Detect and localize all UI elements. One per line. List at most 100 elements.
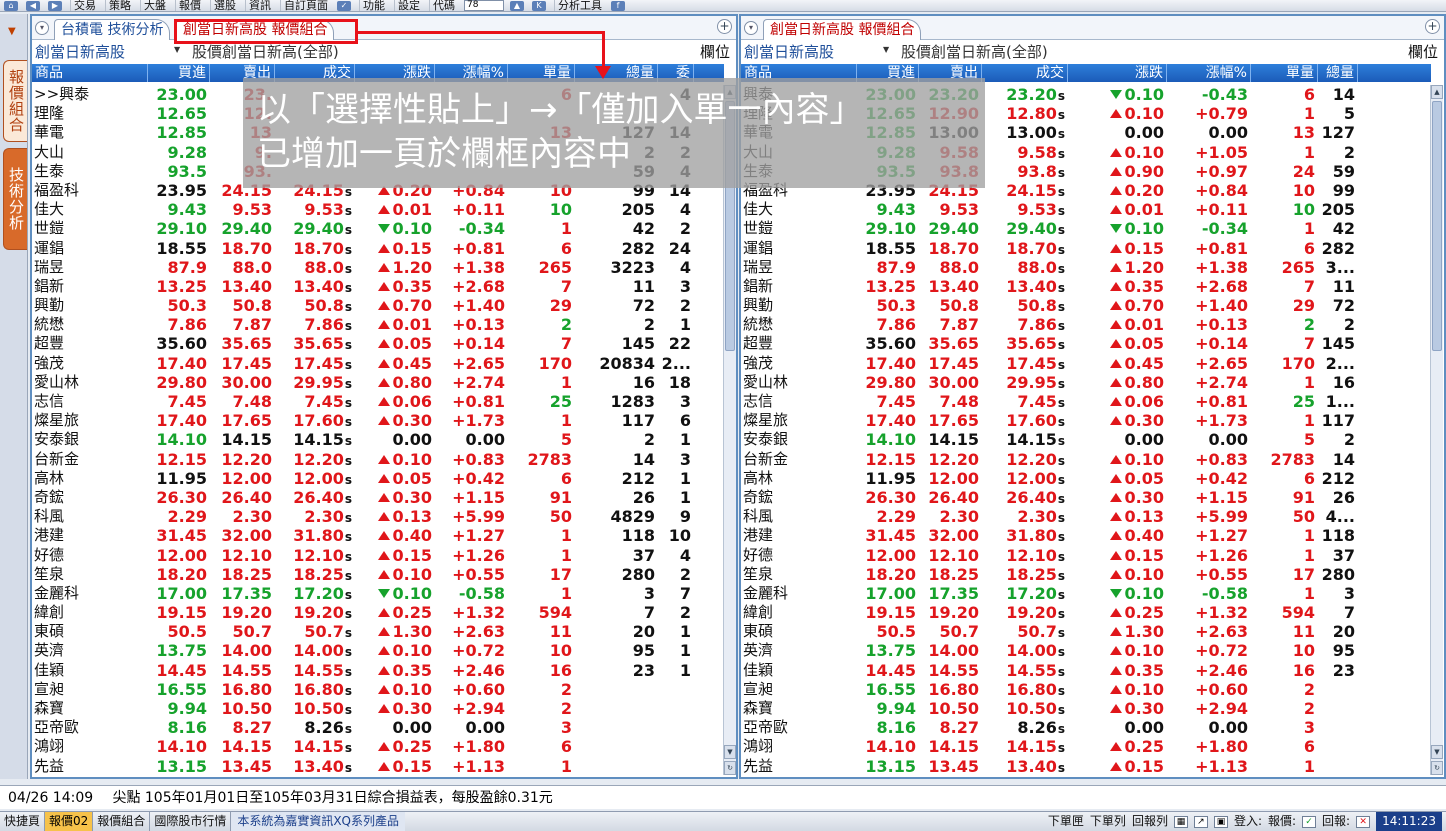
columns-button[interactable]: 欄位 xyxy=(700,41,730,62)
collapse-arrow-icon[interactable]: ▼ xyxy=(8,26,16,37)
status-tab-quote-combo[interactable]: 報價組合 xyxy=(93,812,151,831)
extra-col: 4 xyxy=(679,200,691,220)
last-price-value: 18.25 xyxy=(293,564,344,584)
stock-name: 興勤 xyxy=(743,296,774,315)
menu-function[interactable]: 功能 xyxy=(359,0,388,11)
bid-price: 16.55 xyxy=(156,679,207,699)
panel-menu-icon[interactable]: ▾ xyxy=(744,21,758,35)
dropdown-arrow-icon[interactable]: ▼ xyxy=(883,45,889,54)
table-row: 科風 2.29 2.30 2.30s 0.13 +5.99 50 4... xyxy=(741,507,1431,526)
zoom-in-icon[interactable]: + xyxy=(1425,19,1440,34)
lot-size: 265 xyxy=(1281,257,1315,277)
tab-tsmc-technical[interactable]: 台積電 技術分析 xyxy=(54,19,171,40)
status-tab-quote02[interactable]: 報價02 xyxy=(45,812,94,831)
chart-icon[interactable]: ▲ xyxy=(510,1,524,11)
grid-icon[interactable]: ▦ xyxy=(1173,815,1188,828)
change-cell: 0.35 xyxy=(1068,277,1167,296)
menu-custom-page[interactable]: 自訂頁面 xyxy=(280,0,331,11)
category-selector[interactable]: 創當日新高股 xyxy=(744,41,834,62)
dropdown-arrow-icon[interactable]: ▼ xyxy=(174,45,180,54)
refresh-icon[interactable]: ↻ xyxy=(1431,761,1443,775)
change-pct: +2.94 xyxy=(1195,699,1248,718)
menu-strategy[interactable]: 策略 xyxy=(105,0,134,11)
change-pct: +1.40 xyxy=(1195,296,1248,316)
lot-size: 2 xyxy=(560,679,572,699)
news-text[interactable]: 尖點 105年01月01日至105年03月31日綜合損益表，每股盈餘0.31元 xyxy=(112,790,552,806)
columns-button[interactable]: 欄位 xyxy=(1408,41,1438,62)
column-header: 商品 xyxy=(32,64,148,82)
refresh-icon[interactable]: ↻ xyxy=(724,761,736,775)
lock-icon[interactable]: ▣ xyxy=(1213,815,1228,828)
bid-price: 18.55 xyxy=(156,238,207,258)
tick-mark-s: s xyxy=(344,396,352,410)
highlight-arrow-head xyxy=(595,66,611,79)
table-row: 港建 31.45 32.00 31.80s 0.40 +1.27 1 118 10 xyxy=(32,526,724,545)
check-icon[interactable]: ✓ xyxy=(337,1,351,11)
menu-info[interactable]: 資訊 xyxy=(245,0,274,11)
analysis-tool-button[interactable]: 分析工具 xyxy=(554,0,605,11)
menu-settings[interactable]: 設定 xyxy=(394,0,423,11)
order-bar-button[interactable]: 下單列 xyxy=(1090,812,1126,831)
lot-size: 10 xyxy=(1292,641,1315,661)
ask-price: 30.00 xyxy=(928,372,979,392)
news-ticker[interactable]: 04/26 14:09 尖點 105年01月01日至105年03月31日綜合損益… xyxy=(0,785,1446,809)
bid-price: 17.00 xyxy=(865,583,916,603)
menu-trade[interactable]: 交易 xyxy=(70,0,99,11)
side-tab-quote-combo[interactable]: 報價組合 xyxy=(3,60,27,142)
change-cell: 0.10 xyxy=(1068,104,1167,123)
code-input[interactable]: 78 xyxy=(464,0,504,11)
menu-market[interactable]: 大盤 xyxy=(140,0,169,11)
expand-icon[interactable]: ↗ xyxy=(1193,815,1208,828)
last-price-value: 31.80 xyxy=(1006,526,1057,546)
extra-col: 4 xyxy=(679,545,691,565)
tab-new-high-quote[interactable]: 創當日新高股 報價組合 xyxy=(763,19,922,40)
condition-label[interactable]: 股價創當日新高(全部) xyxy=(901,41,1048,62)
scroll-up-icon[interactable]: ▲ xyxy=(1431,85,1443,99)
last-price-value: 29.95 xyxy=(1006,372,1057,392)
scroll-down-icon[interactable]: ▼ xyxy=(724,745,736,759)
tick-mark-s: s xyxy=(344,300,352,315)
report-bar-button[interactable]: 回報列 xyxy=(1132,812,1168,831)
tick-mark-s: s xyxy=(1057,280,1065,295)
side-tab-technical[interactable]: 技術分析 xyxy=(3,148,27,250)
scroll-down-icon[interactable]: ▼ xyxy=(1431,745,1443,759)
ask-price: 14.00 xyxy=(221,641,272,661)
status-tab-shortcut[interactable]: 快捷頁 xyxy=(0,812,46,831)
last-price: 31.80s xyxy=(982,526,1068,545)
k-chart-icon[interactable]: K xyxy=(532,1,546,11)
status-tab-intl-market[interactable]: 國際股市行情 xyxy=(150,812,232,831)
ask-price: 17.35 xyxy=(221,583,272,603)
lot-size: 6 xyxy=(1303,468,1315,488)
category-selector[interactable]: 創當日新高股 xyxy=(35,41,125,62)
tick-mark-s: s xyxy=(1057,165,1065,180)
left-scrollbar[interactable]: ▲ ▼ ↻ xyxy=(723,85,736,775)
scroll-thumb[interactable] xyxy=(1432,101,1442,351)
change-pct: +2.46 xyxy=(452,660,505,680)
menu-screening[interactable]: 選股 xyxy=(210,0,239,11)
menu-quote[interactable]: 報價 xyxy=(175,0,204,11)
panel-menu-icon[interactable]: ▾ xyxy=(35,21,49,35)
table-row: 高林 11.95 12.00 12.00s 0.05 +0.42 6 212 xyxy=(741,469,1431,488)
facebook-icon[interactable]: f xyxy=(611,1,625,11)
home-icon[interactable]: ⌂ xyxy=(4,1,18,11)
last-price-value: 9.53 xyxy=(1017,200,1057,220)
change-cell: 0.10 xyxy=(355,680,435,699)
change-cell: 0.05 xyxy=(1068,469,1167,488)
last-price: 14.15s xyxy=(982,430,1068,449)
tick-mark-s: s xyxy=(1057,376,1065,391)
total-volume: 14 xyxy=(632,449,655,469)
back-icon[interactable]: ◀ xyxy=(26,1,40,11)
stock-name: 奇鋐 xyxy=(34,487,65,506)
bid-price: 9.94 xyxy=(167,699,207,718)
right-scrollbar[interactable]: ▲ ▼ ↻ xyxy=(1430,85,1443,775)
change-pct: 0.00 xyxy=(465,430,505,450)
zoom-in-icon[interactable]: + xyxy=(717,19,732,34)
ask-price: 12.00 xyxy=(928,468,979,488)
table-row: 東碩 50.5 50.7 50.7s 1.30 +2.63 11 20 1 xyxy=(32,622,724,641)
table-row: 瑞昱 87.9 88.0 88.0s 1.20 +1.38 265 3223 4 xyxy=(32,258,724,277)
condition-label[interactable]: 股價創當日新高(全部) xyxy=(192,41,339,62)
order-box-button[interactable]: 下單匣 xyxy=(1048,812,1084,831)
forward-icon[interactable]: ▶ xyxy=(48,1,62,11)
highlight-arrow-stem xyxy=(602,31,605,69)
stock-name: 台新金 xyxy=(34,449,80,468)
